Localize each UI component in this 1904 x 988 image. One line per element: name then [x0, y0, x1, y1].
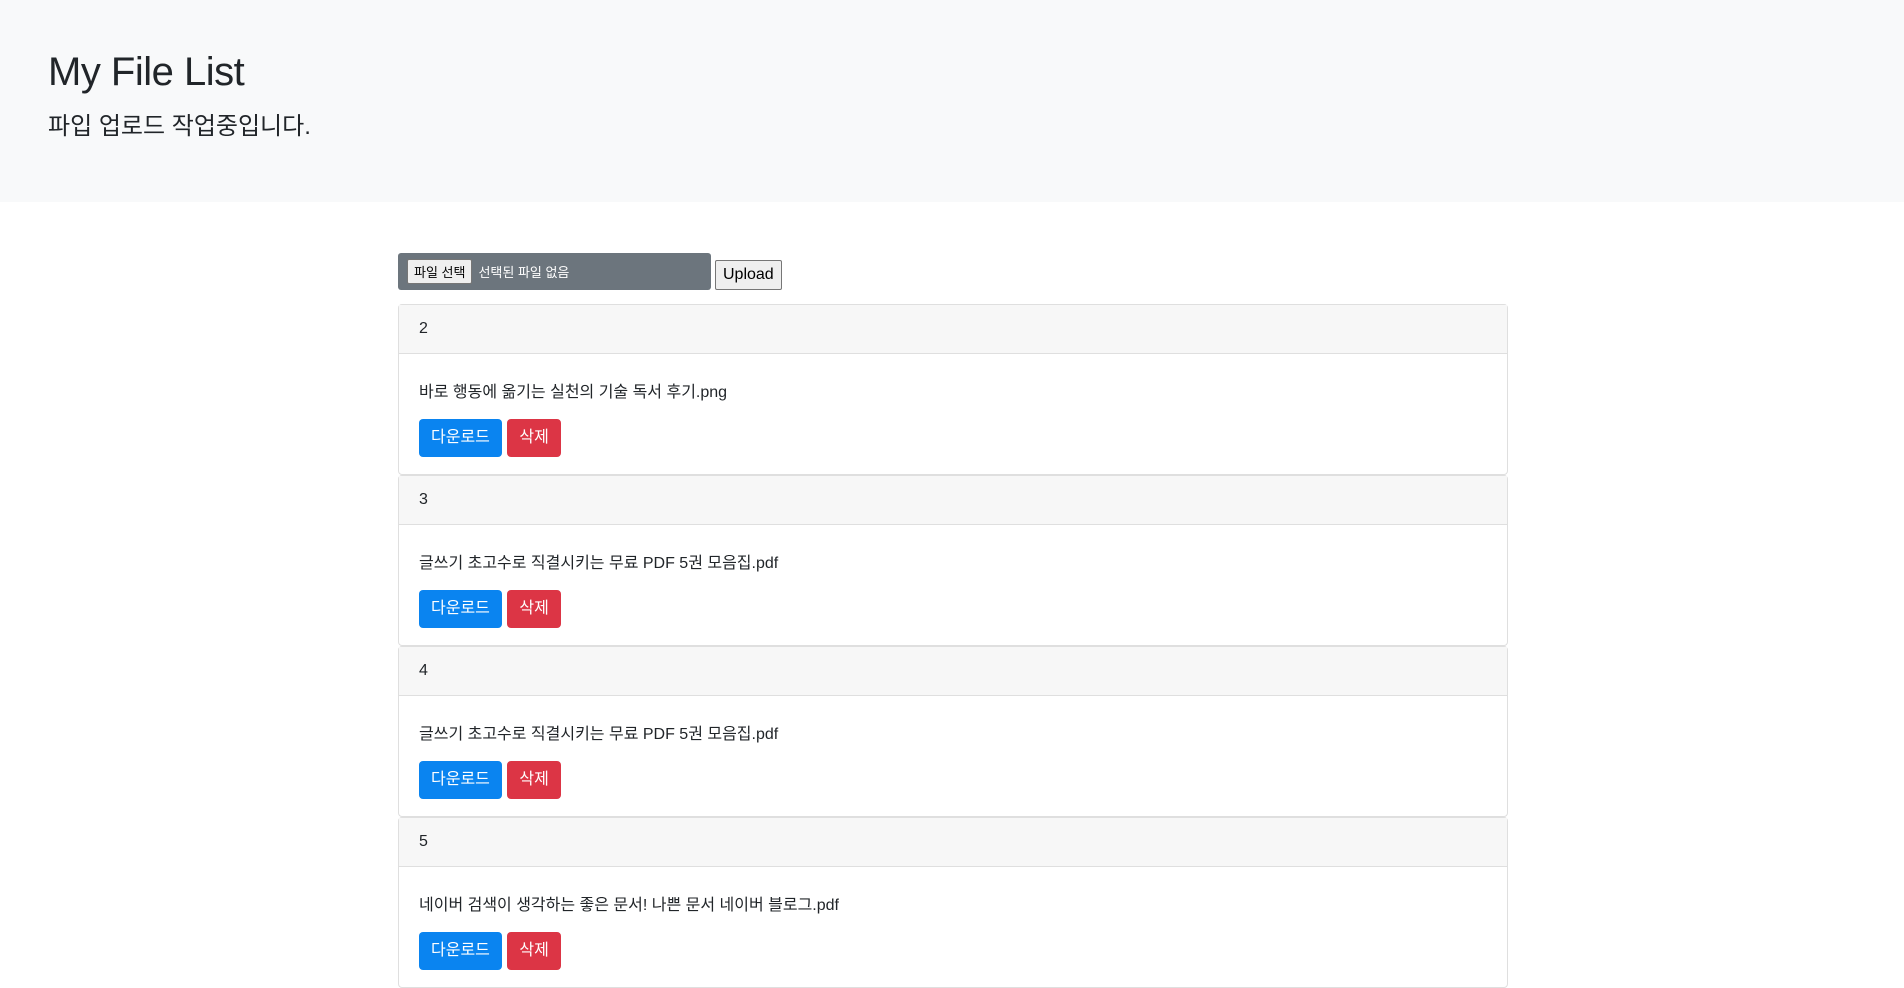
file-card: 4 글쓰기 초고수로 직결시키는 무료 PDF 5권 모음집.pdf 다운로드 …: [398, 646, 1508, 817]
file-card-body: 바로 행동에 옮기는 실천의 기술 독서 후기.png 다운로드 삭제: [399, 354, 1507, 474]
file-card-body: 글쓰기 초고수로 직결시키는 무료 PDF 5권 모음집.pdf 다운로드 삭제: [399, 696, 1507, 816]
download-button[interactable]: 다운로드: [419, 590, 502, 628]
file-id: 4: [399, 647, 1507, 696]
file-name: 바로 행동에 옮기는 실천의 기술 독서 후기.png: [419, 384, 728, 401]
file-card: 2 바로 행동에 옮기는 실천의 기술 독서 후기.png 다운로드 삭제: [398, 304, 1508, 475]
download-button[interactable]: 다운로드: [419, 761, 502, 799]
delete-button[interactable]: 삭제: [507, 932, 561, 970]
file-name: 네이버 검색이 생각하는 좋은 문서! 나쁜 문서 네이버 블로그.pdf: [419, 897, 839, 914]
upload-button[interactable]: Upload: [715, 260, 782, 290]
file-id: 5: [399, 818, 1507, 867]
file-card-body: 글쓰기 초고수로 직결시키는 무료 PDF 5권 모음집.pdf 다운로드 삭제: [399, 525, 1507, 645]
page-title: My File List: [48, 50, 245, 94]
delete-button[interactable]: 삭제: [507, 419, 561, 457]
file-card-body: 네이버 검색이 생각하는 좋은 문서! 나쁜 문서 네이버 블로그.pdf 다운…: [399, 867, 1507, 987]
file-card: 3 글쓰기 초고수로 직결시키는 무료 PDF 5권 모음집.pdf 다운로드 …: [398, 475, 1508, 646]
delete-button[interactable]: 삭제: [507, 590, 561, 628]
delete-button[interactable]: 삭제: [507, 761, 561, 799]
file-list-container: 파일 선택 선택된 파일 없음 Upload 2 바로 행동에 옮기는 실천의 …: [398, 250, 1508, 988]
choose-file-button[interactable]: 파일 선택: [407, 259, 473, 284]
page-header: My File List 파입 업로드 작업중입니다.: [0, 0, 1904, 202]
file-name: 글쓰기 초고수로 직결시키는 무료 PDF 5권 모음집.pdf: [419, 726, 779, 743]
file-name: 글쓰기 초고수로 직결시키는 무료 PDF 5권 모음집.pdf: [419, 555, 779, 572]
file-card: 5 네이버 검색이 생각하는 좋은 문서! 나쁜 문서 네이버 블로그.pdf …: [398, 817, 1508, 988]
file-input[interactable]: 파일 선택 선택된 파일 없음: [398, 253, 711, 290]
file-id: 3: [399, 476, 1507, 525]
file-id: 2: [399, 305, 1507, 354]
download-button[interactable]: 다운로드: [419, 932, 502, 970]
page-subtitle: 파입 업로드 작업중입니다.: [48, 113, 311, 140]
no-file-selected-text: 선택된 파일 없음: [478, 265, 570, 280]
upload-form: 파일 선택 선택된 파일 없음 Upload: [398, 250, 1508, 290]
download-button[interactable]: 다운로드: [419, 419, 502, 457]
